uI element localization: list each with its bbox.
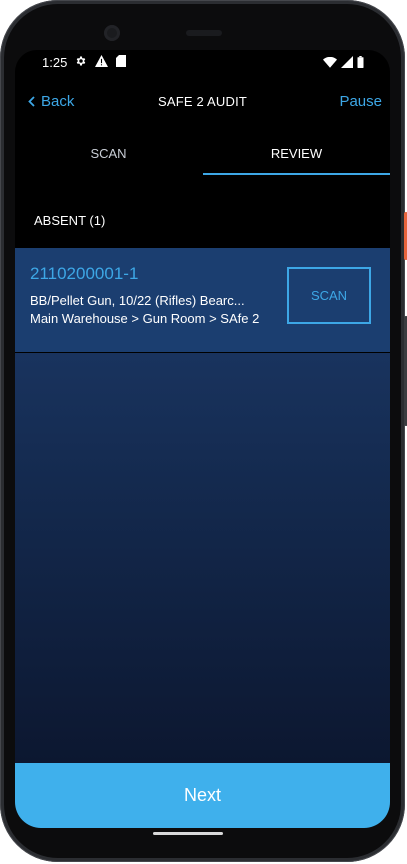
active-tab-indicator xyxy=(203,173,390,175)
front-camera xyxy=(104,25,120,41)
battery-icon xyxy=(357,56,364,68)
page-title: SAFE 2 AUDIT xyxy=(157,94,248,109)
gear-icon xyxy=(76,56,86,66)
warning-icon xyxy=(95,55,108,67)
absent-section-header: ABSENT (1) xyxy=(34,213,106,228)
pause-button[interactable]: Pause xyxy=(339,93,382,110)
status-right-icons xyxy=(323,56,364,68)
signal-icon xyxy=(341,56,353,68)
home-indicator[interactable] xyxy=(153,832,223,835)
item-location: Main Warehouse > Gun Room > SAfe 2 xyxy=(30,311,260,326)
status-time: 1:25 xyxy=(42,55,68,70)
sim-card-icon xyxy=(116,55,126,67)
tab-review[interactable]: REVIEW xyxy=(203,135,390,175)
next-button[interactable]: Next xyxy=(15,763,390,828)
tab-scan[interactable]: SCAN xyxy=(15,135,202,175)
status-left-icons xyxy=(75,55,126,67)
item-id: 2110200001-1 xyxy=(30,264,139,283)
scan-item-button[interactable]: SCAN xyxy=(287,267,371,324)
wifi-icon xyxy=(323,56,337,68)
nav-bar: Back SAFE 2 AUDIT Pause xyxy=(15,88,390,118)
list-item[interactable]: 2110200001-1 BB/Pellet Gun, 10/22 (Rifle… xyxy=(15,248,390,353)
earpiece-speaker xyxy=(186,30,222,36)
item-description: BB/Pellet Gun, 10/22 (Rifles) Bearc... xyxy=(30,293,245,308)
app-screen: 1:25 Back SAFE 2 AUDIT Pause SCAN REVIEW… xyxy=(15,50,390,828)
phone-frame: 1:25 Back SAFE 2 AUDIT Pause SCAN REVIEW… xyxy=(0,0,407,862)
status-bar: 1:25 xyxy=(15,50,390,74)
tab-bar: SCAN REVIEW xyxy=(15,135,390,177)
